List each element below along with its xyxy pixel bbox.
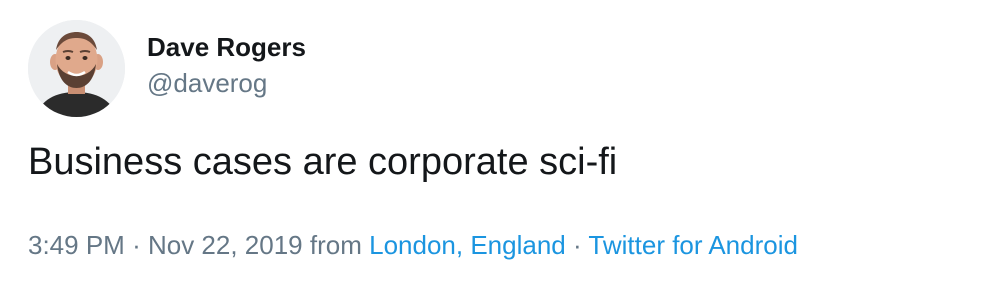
tweet-time[interactable]: 3:49 PM (28, 230, 125, 260)
tweet-date[interactable]: Nov 22, 2019 (148, 230, 303, 260)
separator-dot-2: · (572, 230, 582, 260)
tweet-metadata: 3:49 PM · Nov 22, 2019 from London, Engl… (28, 228, 798, 262)
tweet-card: Dave Rogers @daverog Business cases are … (0, 0, 1006, 288)
client-link[interactable]: Twitter for Android (588, 230, 798, 260)
location-link[interactable]: London, England (369, 230, 566, 260)
display-name[interactable]: Dave Rogers (147, 30, 306, 64)
user-handle[interactable]: @daverog (147, 66, 306, 100)
user-info: Dave Rogers @daverog (147, 30, 306, 100)
separator-dot: · (132, 230, 141, 260)
tweet-text: Business cases are corporate sci-fi (28, 141, 618, 183)
avatar[interactable] (28, 20, 125, 117)
avatar-image (28, 20, 125, 117)
from-label: from (309, 230, 362, 260)
